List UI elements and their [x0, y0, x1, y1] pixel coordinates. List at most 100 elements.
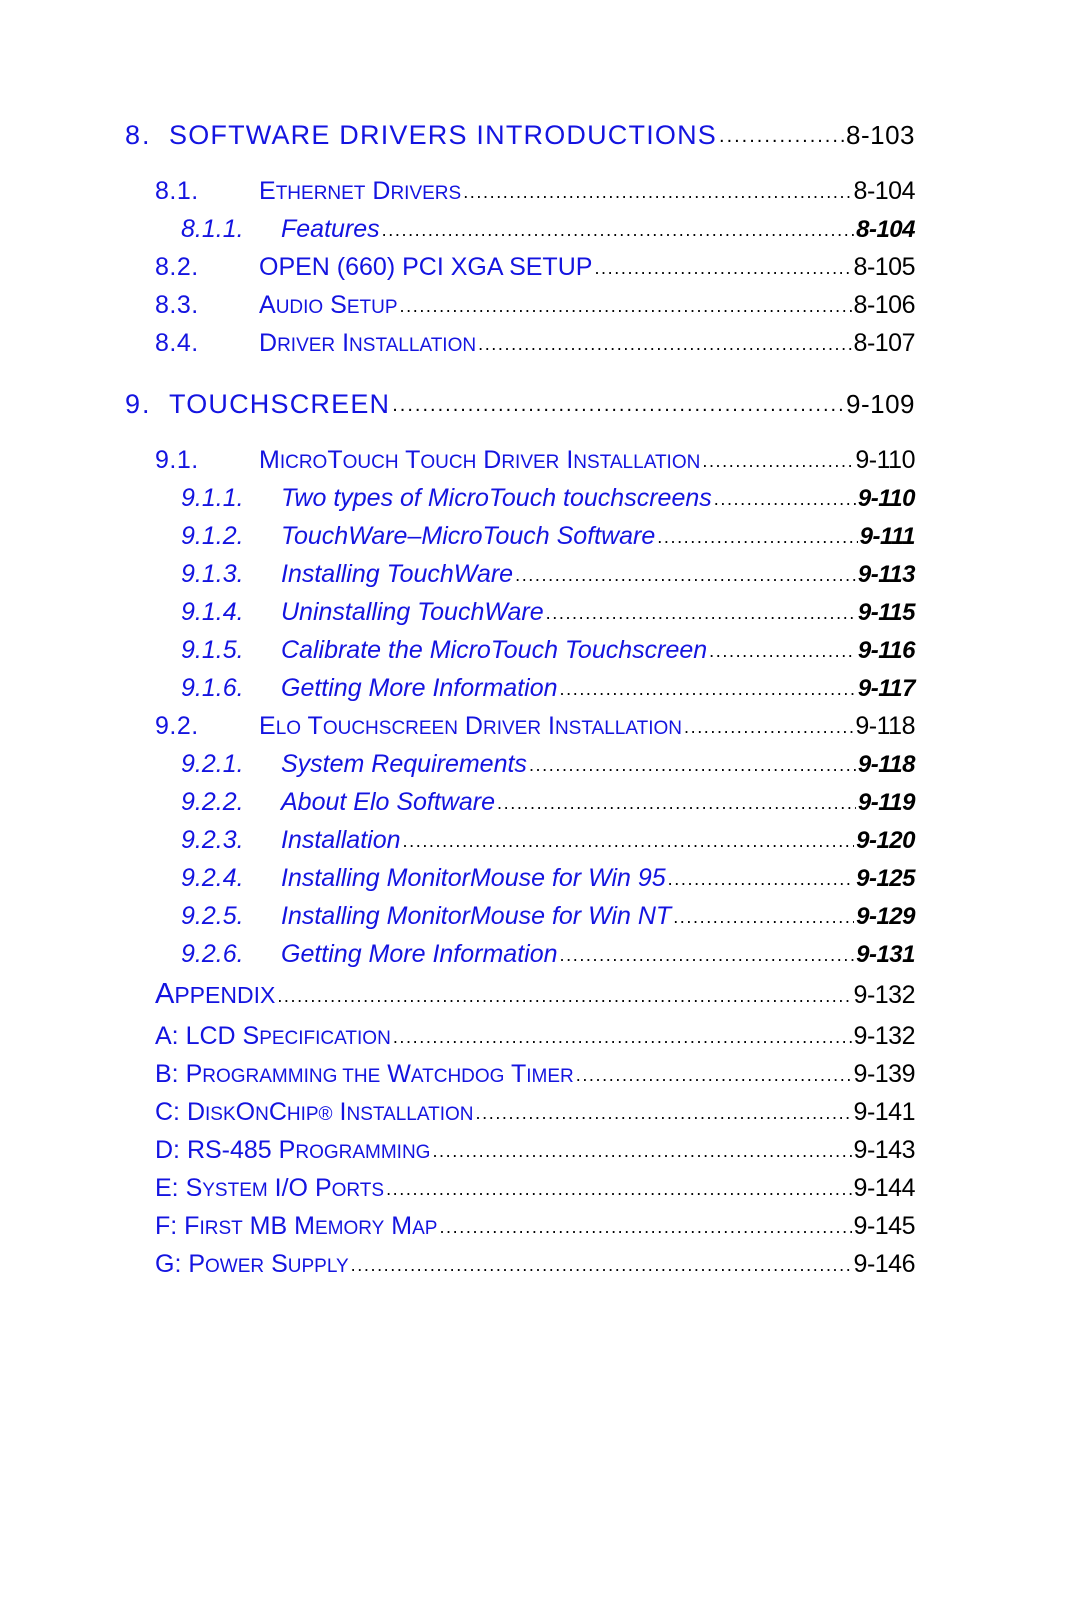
toc-entry-number: 8.1. — [155, 177, 199, 205]
toc-entry-title: E: SYSTEM I/O PORTS — [155, 1174, 385, 1202]
toc-entry-title: MICROTOUCH TOUCH DRIVER INSTALLATION — [259, 446, 701, 474]
dot-leader — [386, 1180, 851, 1198]
toc-entry-page: 9-144 — [853, 1174, 916, 1202]
dot-leader — [719, 126, 844, 146]
toc-entry-page: 9-146 — [853, 1250, 916, 1278]
toc-entry-title: Installation — [281, 826, 401, 854]
toc-entry-9-1-5[interactable]: 9.1.5. Calibrate the MicroTouch Touchscr… — [181, 636, 916, 674]
toc-entry-8-4[interactable]: 8.4. DRIVER INSTALLATION 8-107 — [155, 329, 916, 367]
toc-entry-9-2-1[interactable]: 9.2.1. System Requirements 9-118 — [181, 750, 916, 788]
toc-entry-chapter-9[interactable]: 9. TOUCHSCREEN 9-109 — [125, 389, 915, 432]
toc-entry-page: 9-132 — [853, 981, 916, 1009]
toc-entry-9-1-3[interactable]: 9.1.3. Installing TouchWare 9-113 — [181, 560, 916, 598]
toc-entry-title: A: LCD SPECIFICATION — [155, 1022, 391, 1050]
toc-entry-number: 9. — [125, 389, 152, 419]
toc-entry-appendix-b[interactable]: B: PROGRAMMING THE WATCHDOG TIMER 9-139 — [155, 1060, 916, 1098]
toc-entry-9-1-1[interactable]: 9.1.1. Two types of MicroTouch touchscre… — [181, 484, 916, 522]
toc-entry-page: 9-110 — [855, 446, 915, 474]
dot-leader — [403, 832, 855, 850]
toc-entry-number: 8.3. — [155, 291, 199, 319]
toc-entry-page: 9-131 — [856, 941, 915, 968]
toc-entry-title: C: DISKONCHIP® INSTALLATION — [155, 1098, 474, 1126]
toc-entry-title: Getting More Information — [281, 674, 558, 702]
toc-entry-number: 9.1.2. — [181, 522, 244, 550]
dot-leader — [439, 1218, 851, 1236]
dot-leader — [657, 528, 857, 546]
toc-entry-9-2-5[interactable]: 9.2.5. Installing MonitorMouse for Win N… — [181, 902, 915, 940]
toc-entry-page: 8-105 — [853, 253, 916, 281]
toc-entry-9-2-3[interactable]: 9.2.3. Installation 9-120 — [181, 826, 915, 864]
toc-entry-title: ELO TOUCHSCREEN DRIVER INSTALLATION — [259, 712, 682, 740]
dot-leader — [702, 452, 853, 470]
dot-leader — [529, 756, 856, 774]
dot-leader — [463, 183, 851, 201]
toc-entry-9-1-4[interactable]: 9.1.4. Uninstalling TouchWare 9-115 — [181, 598, 916, 636]
dot-leader — [560, 680, 856, 698]
dot-leader — [400, 297, 852, 315]
toc-entry-page: 8-107 — [853, 329, 916, 357]
toc-entry-title: AUDIO SETUP — [259, 291, 398, 319]
toc-entry-9-2[interactable]: 9.2. ELO TOUCHSCREEN DRIVER INSTALLATION… — [155, 712, 915, 750]
toc-entry-appendix[interactable]: APPENDIX 9-132 — [155, 978, 916, 1022]
toc-entry-page: 9-109 — [846, 389, 915, 419]
toc-entry-title: Installing MonitorMouse for Win 95 — [281, 864, 666, 892]
toc-entry-9-2-4[interactable]: 9.2.4. Installing MonitorMouse for Win 9… — [181, 864, 915, 902]
dot-leader — [393, 1028, 852, 1046]
dot-leader — [546, 604, 856, 622]
toc-entry-page: 9-125 — [856, 865, 915, 892]
toc-entry-9-1-2[interactable]: 9.1.2. TouchWare–MicroTouch Software 9-1… — [181, 522, 916, 560]
toc-entry-number: 9.1.1. — [181, 484, 244, 512]
toc-entry-page: 9-119 — [857, 789, 916, 816]
toc-entry-appendix-f[interactable]: F: FIRST MB MEMORY MAP 9-145 — [155, 1212, 916, 1250]
toc-entry-8-1-1[interactable]: 8.1.1. Features 8-104 — [181, 215, 915, 253]
toc-entry-page: 9-132 — [853, 1022, 916, 1050]
toc-entry-title: Uninstalling TouchWare — [281, 598, 544, 626]
toc-entry-appendix-e[interactable]: E: SYSTEM I/O PORTS 9-144 — [155, 1174, 916, 1212]
toc-entry-chapter-8[interactable]: 8. SOFTWARE DRIVERS INTRODUCTIONS 8-103 — [125, 120, 915, 163]
toc-entry-9-1[interactable]: 9.1. MICROTOUCH TOUCH DRIVER INSTALLATIO… — [155, 446, 915, 484]
toc-entry-9-2-6[interactable]: 9.2.6. Getting More Information 9-131 — [181, 940, 915, 978]
toc-entry-number: 9.1.6. — [181, 674, 244, 702]
toc-entry-page: 9-118 — [855, 712, 915, 740]
toc-entry-8-1[interactable]: 8.1. ETHERNET DRIVERS 8-104 — [155, 177, 916, 215]
toc-entry-title: Installing MonitorMouse for Win NT — [281, 902, 672, 930]
toc-entry-page: 9-111 — [859, 523, 916, 550]
toc-entry-appendix-d[interactable]: D: RS-485 PROGRAMMING 9-143 — [155, 1136, 916, 1174]
toc-entry-title: ETHERNET DRIVERS — [259, 177, 462, 205]
toc-entry-page: 9-113 — [857, 561, 916, 588]
toc-entry-title: OPEN (660) PCI XGA SETUP — [259, 253, 593, 281]
toc-entry-appendix-a[interactable]: A: LCD SPECIFICATION 9-132 — [155, 1022, 916, 1060]
toc-entry-page: 8-106 — [853, 291, 916, 319]
dot-leader — [382, 221, 854, 239]
toc-entry-number: 8.2. — [155, 253, 199, 281]
toc-entry-8-3[interactable]: 8.3. AUDIO SETUP 8-106 — [155, 291, 916, 329]
toc-entry-appendix-c[interactable]: C: DISKONCHIP® INSTALLATION 9-141 — [155, 1098, 916, 1136]
dot-leader — [668, 870, 854, 888]
toc-entry-number: 9.2.2. — [181, 788, 244, 816]
document-page: 8. SOFTWARE DRIVERS INTRODUCTIONS 8-103 … — [0, 0, 1080, 1618]
dot-leader — [714, 490, 856, 508]
dot-leader — [476, 1104, 852, 1122]
toc-entry-title: F: FIRST MB MEMORY MAP — [155, 1212, 438, 1240]
toc-entry-9-2-2[interactable]: 9.2.2. About Elo Software 9-119 — [181, 788, 916, 826]
dot-leader — [709, 642, 856, 660]
table-of-contents: 8. SOFTWARE DRIVERS INTRODUCTIONS 8-103 … — [125, 120, 925, 1288]
toc-entry-9-1-6[interactable]: 9.1.6. Getting More Information 9-117 — [181, 674, 916, 712]
dot-leader — [560, 946, 855, 964]
dot-leader — [673, 908, 854, 926]
toc-entry-page: 9-139 — [853, 1060, 916, 1088]
toc-entry-number: 9.1. — [155, 446, 199, 474]
toc-entry-8-2[interactable]: 8.2. OPEN (660) PCI XGA SETUP 8-105 — [155, 253, 916, 291]
toc-entry-page: 8-103 — [846, 120, 915, 150]
toc-entry-appendix-g[interactable]: G: POWER SUPPLY 9-146 — [155, 1250, 916, 1288]
toc-entry-title: DRIVER INSTALLATION — [259, 329, 477, 357]
dot-leader — [576, 1066, 852, 1084]
toc-entry-number: 9.1.3. — [181, 560, 244, 588]
toc-entry-page: 9-129 — [856, 903, 915, 930]
toc-entry-number: 9.2.3. — [181, 826, 244, 854]
toc-entry-number: 9.2.6. — [181, 940, 244, 968]
toc-entry-number: 9.2.4. — [181, 864, 244, 892]
toc-entry-page: 9-116 — [857, 637, 916, 664]
